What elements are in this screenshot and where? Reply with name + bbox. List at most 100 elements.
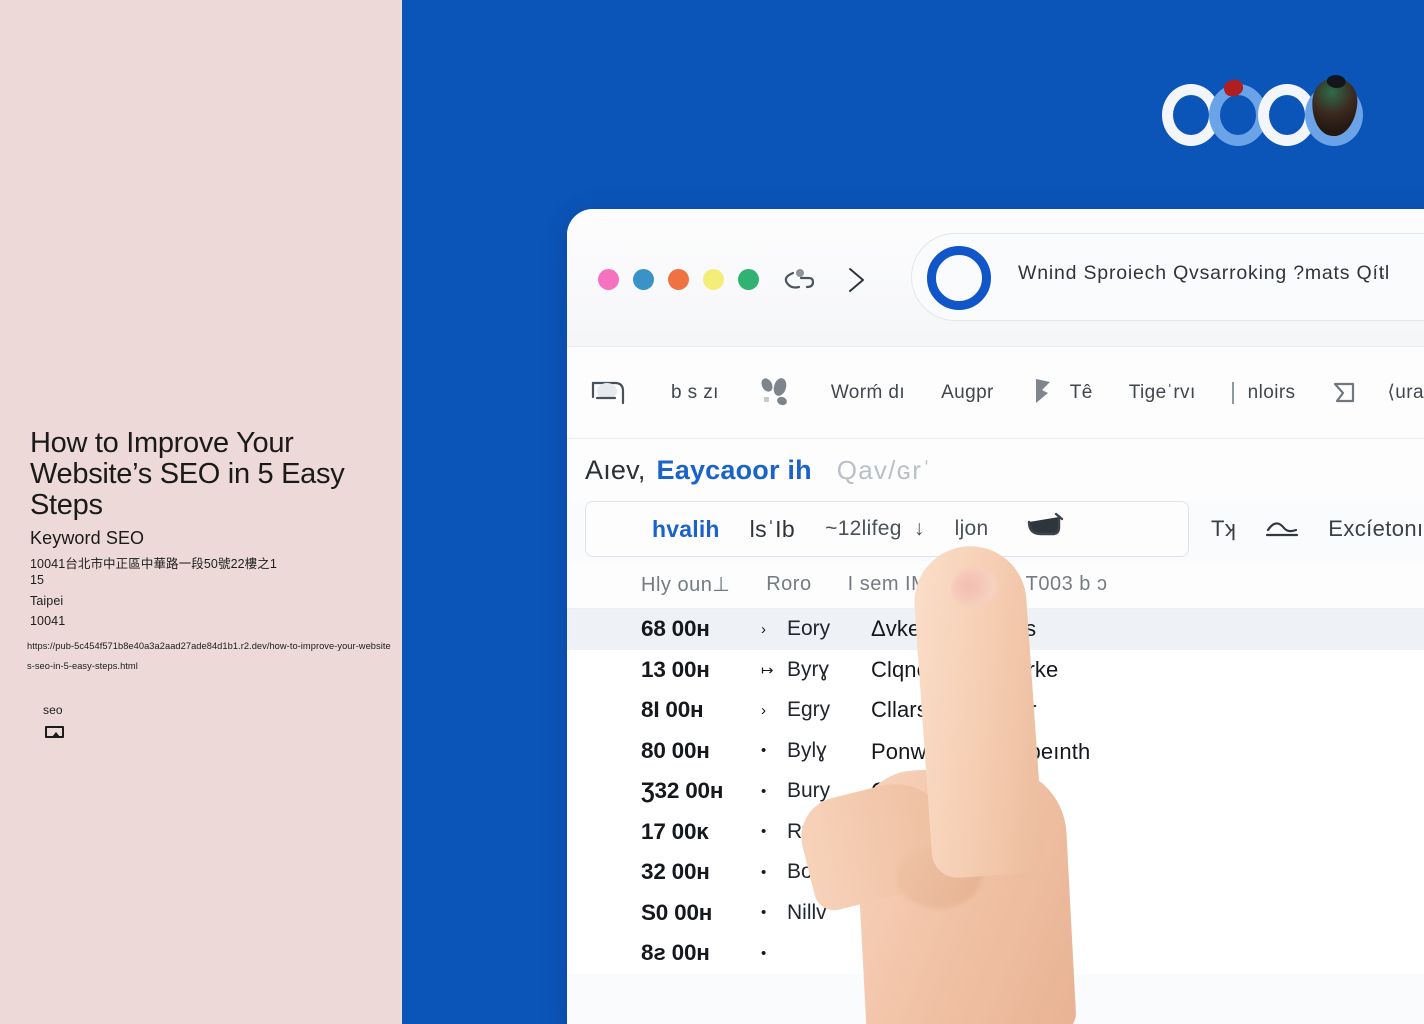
row-tag: Bylɣ bbox=[787, 738, 827, 762]
toolbar-item-7[interactable]: ⟨ural bbox=[1387, 381, 1424, 404]
toolbar-item-2[interactable]: Worḿ dı bbox=[831, 382, 905, 404]
address-line: 10041台北市中正區中華路一段50號22樓之1 bbox=[30, 557, 277, 571]
row-metric: 13 00ʜ bbox=[641, 656, 710, 682]
dot-blue[interactable] bbox=[633, 269, 654, 290]
filter-bar: hvalih lsˈIb ~12lifeg ↓ ljon Tʞ Excíeton… bbox=[567, 501, 1424, 561]
row-trend-arrow-icon: • bbox=[761, 823, 767, 841]
row-trend-arrow-icon: • bbox=[761, 944, 767, 962]
row-metric: 8I 00ʜ bbox=[641, 697, 704, 723]
row-description: OhrepemsTurare bbox=[871, 899, 1040, 925]
heading-blue-text[interactable]: Eaycaoor ih bbox=[657, 455, 812, 486]
row-tag: Byrɣ bbox=[787, 657, 830, 681]
dot-orange[interactable] bbox=[668, 269, 689, 290]
column-header-detail[interactable]: I sem IMe·y iudyaı T003 b ɔ bbox=[848, 573, 1108, 596]
column-header-volume[interactable]: Hly oun⊥ bbox=[641, 572, 730, 597]
address-zip: 10041 bbox=[30, 614, 66, 628]
row-trend-arrow-icon: • bbox=[761, 782, 767, 800]
address-number: 15 bbox=[30, 573, 45, 587]
crop-icon[interactable] bbox=[1331, 375, 1373, 411]
row-description: Δvkeɔ RuCroves bbox=[871, 616, 1037, 642]
row-tag: Bory bbox=[787, 860, 831, 884]
row-metric: 17 00ĸ bbox=[641, 818, 709, 844]
table-row[interactable]: S0 00ʜ • Nillv OhrepemsTurare bbox=[567, 893, 1424, 934]
row-tag: Egry bbox=[787, 698, 831, 722]
back-navigation-icon[interactable] bbox=[779, 265, 819, 295]
filter-primary-label[interactable]: hvalih bbox=[652, 516, 720, 543]
search-circle-icon bbox=[927, 246, 991, 310]
row-tag: Rylɣ bbox=[787, 819, 828, 843]
page-title: How to Improve Your Website’s SEO in 5 E… bbox=[30, 427, 345, 521]
row-description: Eowerave bbox=[871, 859, 970, 885]
row-description: Cllarsinal LJeper bbox=[871, 697, 1037, 723]
results-heading: Aıev, Eaycaoor ih Qav/ɢrˈ bbox=[567, 439, 1424, 501]
row-metric: 8ƨ 00ʜ bbox=[641, 940, 710, 966]
table-column-headers: Hly oun⊥ Roro I sem IMe·y iudyaı T003 b … bbox=[567, 561, 1424, 609]
left-info-panel: How to Improve Your Website’s SEO in 5 E… bbox=[0, 0, 402, 1024]
row-description: Ponw□⸏.Caurapeınth bbox=[871, 738, 1091, 764]
row-metric: 32 00ʜ bbox=[641, 859, 710, 885]
row-tag: Nillv bbox=[787, 900, 827, 924]
heading-gray-text: Qav/ɢrˈ bbox=[836, 454, 932, 485]
filter-input-group[interactable]: hvalih lsˈIb ~12lifeg ↓ ljon bbox=[585, 501, 1189, 557]
row-tag: Eory bbox=[787, 617, 831, 641]
article-url[interactable]: https://pub-5c454f571b8e40a3a2aad27ade84… bbox=[27, 636, 392, 676]
browser-titlebar: Wnind Sproiech Qvsarroking ?mats Qítl ·… bbox=[567, 209, 1424, 347]
table-row[interactable]: 8ƨ 00ʜ • bbox=[567, 933, 1424, 974]
toolbar-item-4[interactable]: Tê bbox=[1070, 382, 1093, 404]
row-metric: Ʒ32 00ʜ bbox=[641, 778, 724, 804]
address-search-bar[interactable]: Wnind Sproiech Qvsarroking ?mats Qítl ·… bbox=[911, 233, 1424, 321]
row-tag: Bury bbox=[787, 779, 831, 803]
toolbar-item-3[interactable]: Augpr bbox=[941, 382, 994, 404]
results-table: 68 00ʜ › Eory Δvkeɔ RuCroves 13 00ʜ ↦ Byrɣ Clqn… bbox=[567, 609, 1424, 974]
search-engine-logo bbox=[1162, 76, 1363, 156]
row-description: Dɑlywo bbox=[871, 818, 944, 844]
toolbar-item-1[interactable]: b s zı bbox=[671, 382, 719, 404]
table-row[interactable]: 80 00ʜ • Bylɣ Ponw□⸏.Caurapeınth bbox=[567, 731, 1424, 772]
toolbar-item-5[interactable]: Tigeˈrvı bbox=[1129, 382, 1196, 404]
shape-icon[interactable] bbox=[1262, 514, 1302, 545]
table-row[interactable]: 13 00ʜ ↦ Byrɣ Clqne─lo ptolynrke bbox=[567, 650, 1424, 691]
screenshot-stage: How to Improve Your Website’s SEO in 5 E… bbox=[0, 0, 1424, 1024]
dot-yellow[interactable] bbox=[703, 269, 724, 290]
browser-toolbar: b s zı Worḿ dı Augpr Tê Tigeˈrvı nloirs… bbox=[567, 347, 1424, 439]
row-trend-arrow-icon: • bbox=[761, 742, 767, 760]
toolbar-item-6[interactable]: nloirs bbox=[1231, 381, 1296, 404]
row-description: Єhalfowigrosxn bbox=[871, 778, 1023, 804]
row-trend-arrow-icon: ↦ bbox=[761, 661, 774, 679]
flag-icon[interactable] bbox=[1030, 373, 1058, 413]
scissors-icon[interactable] bbox=[755, 373, 795, 413]
row-trend-arrow-icon: › bbox=[761, 701, 766, 719]
table-row[interactable]: 68 00ʜ › Eory Δvkeɔ RuCroves bbox=[567, 609, 1424, 650]
filter-secondary-label[interactable]: lsˈIb bbox=[750, 516, 795, 543]
window-control-dots bbox=[598, 269, 759, 290]
cursor-icon[interactable] bbox=[1023, 510, 1069, 549]
row-trend-arrow-icon: • bbox=[761, 904, 767, 922]
row-trend-arrow-icon: • bbox=[761, 863, 767, 881]
search-input[interactable]: Wnind Sproiech Qvsarroking ?mats Qítl bbox=[1018, 262, 1390, 285]
image-placeholder-icon bbox=[45, 726, 64, 738]
filter-right-exception[interactable]: Excíetonı bbox=[1328, 516, 1423, 542]
dot-pink[interactable] bbox=[598, 269, 619, 290]
filter-dropdown-label: ~12lifeg bbox=[825, 517, 902, 540]
column-header-type[interactable]: Roro bbox=[766, 573, 811, 596]
row-description: Clqne─lo ptolynrke bbox=[871, 656, 1059, 682]
table-row[interactable]: 17 00ĸ • Rylɣ Dɑlywo bbox=[567, 812, 1424, 853]
table-row[interactable]: 8I 00ʜ › Egry Cllarsinal LJeper bbox=[567, 690, 1424, 731]
filter-tertiary-label[interactable]: ljon bbox=[955, 517, 989, 541]
tag-label-seo: seo bbox=[43, 703, 63, 717]
row-metric: S0 00ʜ bbox=[641, 899, 713, 925]
table-row[interactable]: Ʒ32 00ʜ • Bury Єhalfowigrosxn bbox=[567, 771, 1424, 812]
chevron-down-icon: ↓ bbox=[913, 517, 925, 540]
table-row[interactable]: 32 00ʜ • Bory Eowerave bbox=[567, 852, 1424, 893]
row-metric: 68 00ʜ bbox=[641, 616, 710, 642]
filter-right-label[interactable]: Tʞ bbox=[1211, 516, 1236, 542]
layout-icon[interactable] bbox=[585, 373, 635, 413]
filter-dropdown[interactable]: ~12lifeg ↓ bbox=[825, 517, 925, 541]
filter-right-group: Tʞ Excíetonı bbox=[1189, 501, 1424, 557]
omnibox-trailing-dots: ·· bbox=[1372, 265, 1388, 285]
heading-dark-text: Aıev, bbox=[585, 454, 646, 485]
keyword-label: Keyword SEO bbox=[30, 528, 145, 548]
forward-chevron-icon[interactable] bbox=[841, 264, 871, 296]
address-city: Taipei bbox=[30, 594, 64, 608]
dot-green[interactable] bbox=[738, 269, 759, 290]
